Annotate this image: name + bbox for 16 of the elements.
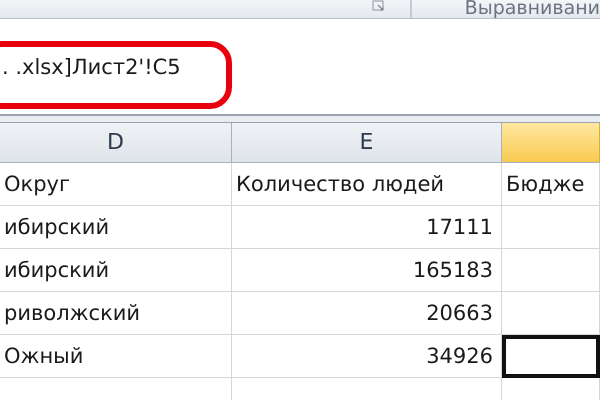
table-cell: 20663 bbox=[232, 292, 502, 335]
dialog-launcher-icon[interactable] bbox=[372, 0, 386, 12]
table-cell: Ожный bbox=[0, 335, 232, 378]
table-cell: 165183 bbox=[232, 249, 502, 292]
table-cell: Количество людей bbox=[232, 163, 502, 206]
table-cell: ибирский bbox=[0, 206, 232, 249]
column-header[interactable]: E bbox=[232, 123, 502, 163]
table-cell: 34926 bbox=[232, 335, 502, 378]
table-cell: Округ bbox=[0, 163, 232, 206]
table-cell: 17111 bbox=[232, 206, 502, 249]
table-cell: Бюдже bbox=[502, 163, 600, 206]
table-cell: ибирский bbox=[0, 249, 232, 292]
table-cell: риволжский bbox=[0, 292, 232, 335]
formula-text[interactable]: . .xlsx]Лист2'!C5 bbox=[2, 55, 181, 79]
column-header[interactable]: D bbox=[0, 123, 232, 163]
ribbon-group-label: Выравнивани bbox=[464, 0, 600, 18]
